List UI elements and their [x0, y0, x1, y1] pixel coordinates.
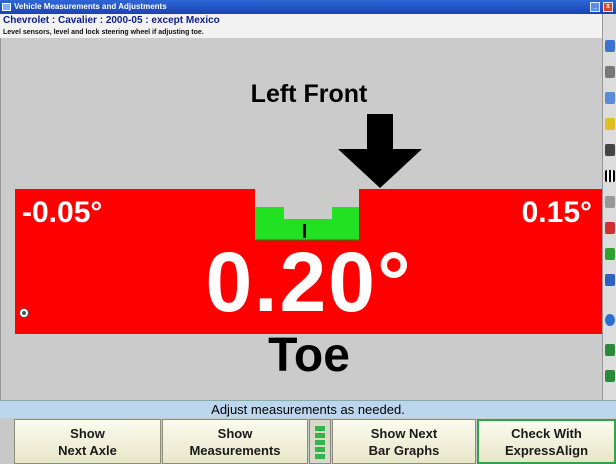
indicator-inner-right	[332, 207, 337, 219]
title-bar: Vehicle Measurements and Adjustments _ x	[0, 0, 616, 14]
bars-icon[interactable]	[605, 370, 615, 382]
globe-icon[interactable]	[605, 314, 615, 326]
close-button[interactable]: x	[603, 2, 613, 12]
window-title: Vehicle Measurements and Adjustments	[14, 2, 167, 11]
button-line-1: Show Next	[370, 425, 438, 441]
button-line-2: Bar Graphs	[368, 442, 440, 458]
status-message: Adjust measurements as needed.	[0, 400, 616, 418]
power-icon[interactable]	[605, 344, 615, 356]
checkered-flag-icon[interactable]	[605, 170, 615, 182]
bar-graph-toggle-icon[interactable]	[309, 419, 331, 464]
button-line-2: ExpressAlign	[504, 442, 589, 458]
spec-max-value: 0.15°	[521, 196, 592, 229]
button-line-1: Check With	[511, 425, 582, 441]
app-icon	[2, 3, 11, 11]
show-next-bar-graphs-button[interactable]: Show Next Bar Graphs	[332, 419, 476, 464]
show-measurements-button[interactable]: Show Measurements	[162, 419, 308, 464]
lock-icon[interactable]	[19, 308, 29, 318]
printer-icon[interactable]	[605, 66, 615, 78]
spec-min-value: -0.05°	[22, 196, 103, 229]
minimize-button[interactable]: _	[590, 2, 600, 12]
measurement-panel: Left Front -0.05° 0.15° 0.20° Toe	[0, 38, 603, 400]
sensor-icon[interactable]	[605, 222, 615, 234]
show-next-axle-button[interactable]: Show Next Axle	[14, 419, 161, 464]
measurement-type-label: Toe	[268, 329, 350, 382]
wrench-icon[interactable]	[605, 196, 615, 208]
car-icon[interactable]	[605, 274, 615, 286]
vehicle-icon[interactable]	[605, 92, 615, 104]
side-toolbar	[602, 14, 616, 400]
indicator-inner-left	[279, 207, 284, 219]
vehicle-description: Chevrolet : Cavalier : 2000-05 : except …	[0, 14, 602, 27]
camera-icon[interactable]	[605, 144, 615, 156]
button-line-1: Show	[70, 425, 105, 441]
button-line-2: Next Axle	[58, 442, 117, 458]
help-icon[interactable]	[605, 40, 615, 52]
target-icon[interactable]	[605, 118, 615, 130]
settings-icon[interactable]	[605, 248, 615, 260]
instruction-text: Level sensors, level and lock steering w…	[0, 27, 602, 38]
indicator-notch	[284, 207, 332, 219]
button-line-1: Show	[217, 425, 253, 441]
arrow-down-icon	[338, 114, 422, 188]
check-with-expressalign-button[interactable]: Check With ExpressAlign	[477, 419, 616, 464]
button-line-2: Measurements	[189, 442, 281, 458]
measurement-value: 0.20°	[205, 235, 413, 329]
